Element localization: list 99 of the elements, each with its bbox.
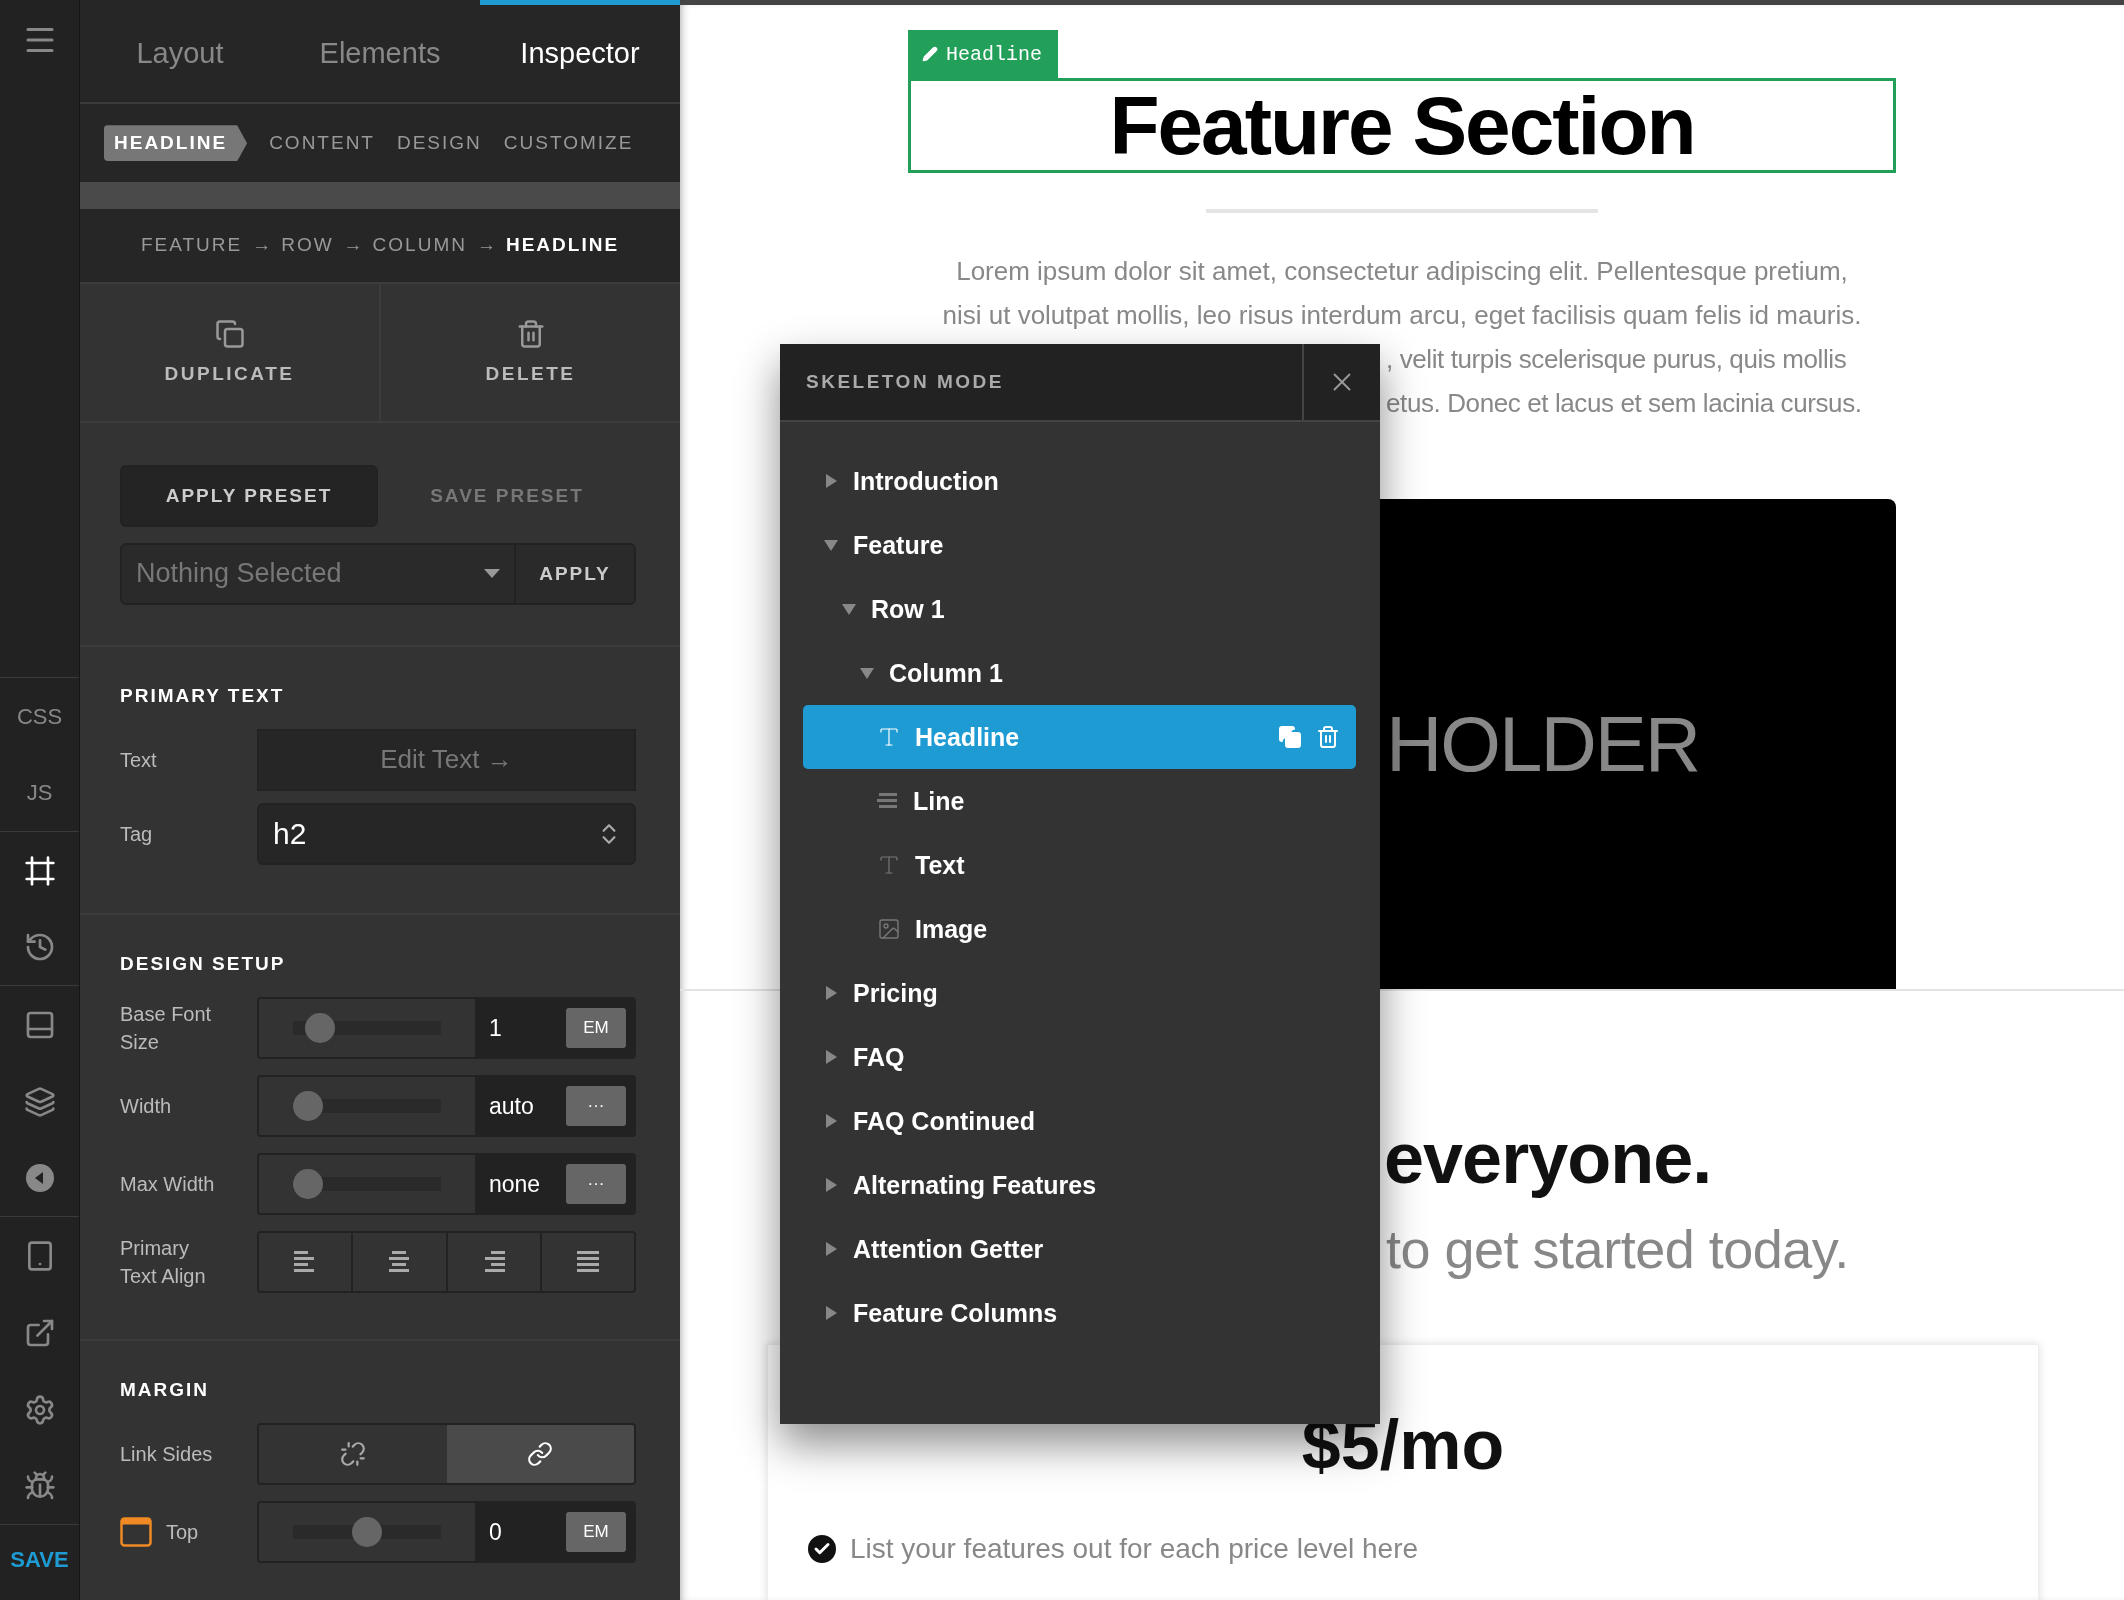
field-label: Top xyxy=(166,1520,199,1544)
tree-item[interactable]: Feature xyxy=(803,513,1356,577)
section-title: MARGIN xyxy=(120,1379,211,1402)
sub-tab[interactable]: HEADLINE xyxy=(104,125,248,162)
collapsed-arrow-icon[interactable] xyxy=(823,1305,839,1321)
tree-item[interactable]: Image xyxy=(803,897,1356,961)
tag-select[interactable]: h2 xyxy=(257,802,636,865)
unit-button[interactable]: ··· xyxy=(566,1164,626,1205)
tree-item[interactable]: FAQ xyxy=(803,1025,1356,1089)
slider-thumb[interactable] xyxy=(352,1517,382,1548)
tree-item[interactable]: Feature Columns xyxy=(803,1281,1356,1345)
tree-item[interactable]: Text xyxy=(803,833,1356,897)
unit-button[interactable]: ··· xyxy=(566,1086,626,1127)
image-icon xyxy=(877,917,901,941)
collapsed-arrow-icon[interactable] xyxy=(823,1049,839,1065)
collapsed-arrow-icon[interactable] xyxy=(823,1177,839,1193)
breadcrumb-link[interactable]: FEATURE xyxy=(140,234,243,257)
sub-tab[interactable]: CONTENT xyxy=(269,125,375,162)
breadcrumb-separator: → xyxy=(343,234,363,257)
field-label: Width xyxy=(120,1094,173,1120)
unit-button[interactable]: EM xyxy=(566,1512,626,1553)
value-field[interactable]: auto xyxy=(489,1092,559,1120)
section-subheading: to get started today. xyxy=(1386,1218,1849,1281)
breadcrumb-link[interactable]: HEADLINE xyxy=(505,234,620,257)
collapsed-arrow-icon[interactable] xyxy=(823,985,839,1001)
expanded-arrow-icon[interactable] xyxy=(841,601,857,617)
tree-item[interactable]: Attention Getter xyxy=(803,1217,1356,1281)
expanded-arrow-icon[interactable] xyxy=(859,665,875,681)
tree-item[interactable]: Line xyxy=(803,769,1356,833)
collapsed-arrow-icon[interactable] xyxy=(823,1241,839,1257)
section-title: PRIMARY TEXT xyxy=(120,684,286,707)
delete-icon[interactable] xyxy=(1316,725,1340,749)
tree-item[interactable]: Introduction xyxy=(803,449,1356,513)
paragraph-line: Lorem ipsum dolor sit amet, consectetur adipiscing elit. Pellentesque pretium, xyxy=(955,255,1849,288)
value-field[interactable]: none xyxy=(489,1170,559,1198)
top-side-icon xyxy=(120,1517,152,1548)
slider-thumb[interactable] xyxy=(304,1013,335,1044)
align-button[interactable] xyxy=(259,1233,354,1292)
sub-tab[interactable]: DESIGN xyxy=(396,125,482,162)
align-center-icon xyxy=(388,1251,411,1274)
field-label: Tag xyxy=(120,821,154,847)
duplicate-button[interactable]: DUPLICATE xyxy=(80,283,381,421)
unlink-icon xyxy=(339,1441,366,1468)
feature-text: List your features out for each price level here xyxy=(850,1533,1419,1565)
delete-button[interactable]: DELETE xyxy=(381,283,680,421)
tree-item[interactable]: Pricing xyxy=(803,961,1356,1025)
tree-item[interactable]: FAQ Continued xyxy=(803,1089,1356,1153)
panel-tab[interactable]: Elements xyxy=(280,0,480,103)
price: $5/mo xyxy=(1301,1405,1505,1485)
duplicate-icon[interactable] xyxy=(1278,725,1302,749)
align-right-icon xyxy=(482,1251,505,1274)
unit-button[interactable]: EM xyxy=(566,1008,626,1049)
slider-thumb[interactable] xyxy=(293,1169,323,1200)
headline: Feature Section xyxy=(1109,78,1695,173)
panel-tab[interactable]: Layout xyxy=(80,0,280,103)
tree-item[interactable]: Alternating Features xyxy=(803,1153,1356,1217)
frame-icon xyxy=(23,854,56,887)
caret-icon xyxy=(484,568,500,579)
align-justify-icon xyxy=(576,1251,599,1274)
placeholder-text: HOLDER xyxy=(1386,698,1700,790)
collapsed-arrow-icon[interactable] xyxy=(823,473,839,489)
collapsed-arrow-icon[interactable] xyxy=(823,1113,839,1129)
field-label: Text xyxy=(120,747,158,773)
value-field[interactable]: 0 xyxy=(489,1518,559,1546)
breadcrumb-link[interactable]: COLUMN xyxy=(372,234,467,257)
paragraph-line: nisi ut volutpat mollis, leo risus interdum arcu, eget facilisis quam felis id mauris. xyxy=(941,299,1863,332)
align-left-icon xyxy=(294,1251,317,1274)
tree-item[interactable]: Column 1 xyxy=(803,641,1356,705)
breadcrumb-link[interactable]: ROW xyxy=(281,234,334,257)
section-heading: everyone. xyxy=(1384,1117,1712,1200)
breadcrumb-separator: → xyxy=(252,234,272,257)
save-button[interactable]: SAVE xyxy=(0,1525,79,1595)
rail-tab[interactable]: JS xyxy=(0,755,79,832)
text-icon xyxy=(877,725,901,749)
field-label: Max Width xyxy=(120,1172,216,1198)
expanded-arrow-icon[interactable] xyxy=(823,537,839,553)
text-icon xyxy=(877,853,901,877)
pencil-icon xyxy=(922,46,938,62)
paragraph-line: etus. Donec et lacus et sem lacinia cursus. xyxy=(1386,387,1862,420)
field-label: Base Font Size xyxy=(120,1002,213,1056)
copy-icon xyxy=(214,319,245,350)
bug-icon xyxy=(23,1470,56,1502)
slider-thumb[interactable] xyxy=(293,1091,323,1122)
rail-tab[interactable]: CSS xyxy=(0,678,79,755)
link-icon xyxy=(527,1441,554,1468)
field-label: Link Sides xyxy=(120,1442,214,1468)
panel-title: SKELETON MODE xyxy=(805,370,1005,394)
badge-label: Headline xyxy=(946,42,1042,66)
lines-icon xyxy=(877,791,899,811)
layers-icon xyxy=(23,1085,56,1118)
breadcrumb-separator: → xyxy=(476,234,496,257)
apply-preset-button[interactable]: APPLY PRESET xyxy=(120,464,378,527)
value-field[interactable]: 1 xyxy=(489,1014,559,1042)
sub-tab[interactable]: CUSTOMIZE xyxy=(503,125,634,162)
selected-element-outline[interactable]: Feature Section xyxy=(908,78,1896,173)
field-label: Primary Text Align xyxy=(120,1236,207,1290)
paragraph-line: , velit turpis scelerisque purus, quis mollis xyxy=(1386,343,1847,376)
section-title: DESIGN SETUP xyxy=(120,953,287,976)
tree-item[interactable]: Row 1 xyxy=(803,577,1356,641)
